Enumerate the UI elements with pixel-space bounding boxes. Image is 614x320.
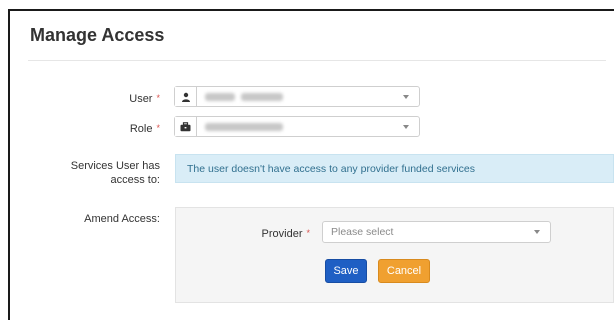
title-divider [28, 60, 606, 61]
briefcase-icon [175, 117, 197, 136]
required-marker: * [156, 123, 160, 133]
chevron-down-icon [403, 95, 409, 99]
cancel-button[interactable]: Cancel [378, 259, 430, 283]
services-label: Services User has access to: [70, 160, 160, 186]
amend-access-label: Amend Access: [84, 213, 160, 225]
chevron-down-icon [534, 230, 540, 234]
redacted-value [205, 92, 235, 101]
services-info-alert: The user doesn't have access to any prov… [175, 154, 614, 183]
save-button[interactable]: Save [325, 259, 367, 283]
provider-label: Provider * [261, 228, 310, 240]
redacted-value [205, 122, 283, 131]
user-select[interactable] [174, 86, 420, 107]
role-select[interactable] [174, 116, 420, 137]
user-label: User * [129, 93, 160, 105]
provider-select[interactable]: Please select [322, 221, 551, 243]
user-icon [175, 87, 197, 106]
required-marker: * [306, 228, 310, 238]
page-title: Manage Access [30, 25, 165, 45]
provider-placeholder: Please select [331, 226, 394, 238]
role-label: Role * [129, 123, 160, 135]
redacted-value [241, 92, 283, 101]
required-marker: * [156, 93, 160, 103]
chevron-down-icon [403, 125, 409, 129]
